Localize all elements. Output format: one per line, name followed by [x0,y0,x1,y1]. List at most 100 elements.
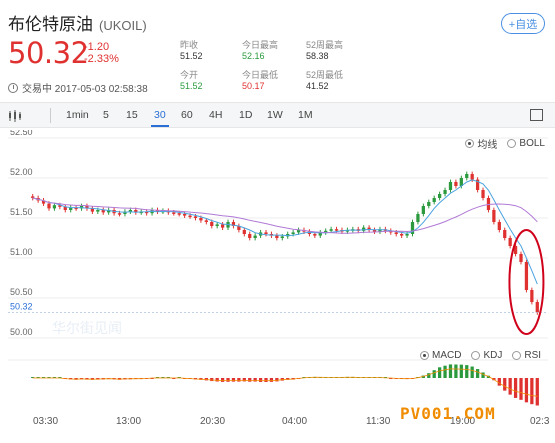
macd-bar [443,365,447,378]
candle [313,234,317,236]
watermark-logo: 华尔街见闻 [52,320,122,336]
candle [405,234,409,236]
candle [503,230,507,238]
x-tick-label: 13:00 [116,416,142,427]
candle [508,238,512,246]
macd-bar [237,378,241,382]
moving-average-line [32,197,538,234]
macd-bar [264,378,268,383]
macd-bar [470,366,474,378]
candle [448,182,453,190]
candle [329,229,333,231]
stat-label: 今日最低 [242,70,279,80]
candle [280,236,284,238]
macd-bar [269,378,274,382]
stat-value: 51.52 [180,81,203,91]
macd-bar [275,378,279,382]
period-15[interactable]: 15 [126,109,138,121]
period-30[interactable]: 30 [151,109,169,127]
stat-value: 50.17 [242,81,265,91]
candle [481,190,485,198]
candle [117,213,122,215]
candle [454,182,458,186]
macd-bar [454,364,458,378]
indicator-rsi-label: RSI [524,350,542,361]
candle [215,224,219,226]
macd-bar [503,378,507,391]
period-1min[interactable]: 1min [66,109,89,121]
candle [530,290,534,302]
macd-bar [448,364,453,378]
stat-label: 昨收 [180,40,199,50]
candle [524,262,529,290]
moving-average-line [32,179,538,285]
candle [188,215,192,218]
x-tick-label: 20:30 [200,416,226,427]
period-1w[interactable]: 1W [267,109,283,121]
macd-bar [231,378,236,382]
candle [199,218,203,221]
candle [242,230,246,234]
radio-icon [512,351,522,360]
chart-settings-icon[interactable] [530,109,543,121]
period-4h[interactable]: 4H [209,109,222,121]
y-tick-label: 50.50 [10,287,33,297]
indicator-rsi[interactable]: RSI [512,350,541,361]
macd-bar [427,373,431,378]
macd-bar [215,378,219,382]
candle [438,194,442,198]
indicator-macd[interactable]: MACD [420,350,461,361]
stat-high: 今日最高 52.16 [242,40,278,62]
macd-bar [432,370,436,378]
add-watchlist-button[interactable]: +自选 [501,13,545,34]
instrument-name: 布伦特原油 [8,15,93,34]
period-1m[interactable]: 1M [298,109,313,121]
macd-bar [508,378,512,395]
stat-open: 今开 51.52 [180,70,203,92]
candle [172,212,176,214]
macd-bar [258,378,263,382]
indicator-kdj[interactable]: KDJ [471,350,502,361]
candlestick-icon[interactable] [8,110,22,122]
macd-bar [513,378,518,398]
candle [492,210,496,222]
candle [210,222,214,226]
candle [253,235,257,238]
change-percent: -2.33% [84,53,119,65]
instrument-code: (UKOIL) [99,18,147,33]
candle [535,302,539,313]
period-5[interactable]: 5 [103,109,109,121]
quote-stats: 昨收 51.52 今开 51.52 今日最高 52.16 今日最低 50.17 … [180,40,380,92]
site-watermark: PV001.COM [400,404,496,423]
candle [394,232,398,234]
candle [220,224,225,228]
candle [193,216,198,218]
chart-canvas: 52.50 52.00 51.50 51.00 50.50 50.00 50.32 [8,127,548,406]
radio-icon [420,351,429,360]
y-tick-label: 51.00 [10,247,33,257]
period-60[interactable]: 60 [181,109,193,121]
trading-status: 交易中 2017-05-03 02:58:38 [8,80,148,95]
macd-bar [438,367,442,378]
x-tick-label: 11:30 [366,416,391,427]
stat-52w-high: 52周最高 58.38 [306,40,343,62]
candle [443,190,447,194]
y-tick-label: 52.50 [10,130,33,137]
indicator-macd-label: MACD [432,350,462,361]
macd-bar [497,378,501,386]
indicator-kdj-label: KDJ [483,350,503,361]
candle [264,232,268,234]
change-value: -1.20 [84,41,110,53]
candle [470,174,474,180]
x-tick-label: 02:3 [530,416,550,427]
clock-icon [8,82,18,93]
macd-bar [465,365,469,378]
price-chart[interactable]: 52.50 52.00 51.50 51.00 50.50 50.00 50.32 [0,127,555,415]
macd-bar [475,369,480,378]
stat-value: 51.52 [180,51,203,61]
period-1d[interactable]: 1D [239,109,252,121]
candle [519,254,523,262]
period-toolbar: 1min 5 15 30 60 4H 1D 1W 1M [0,102,555,128]
candle [465,174,469,178]
macd-bar [253,378,257,382]
